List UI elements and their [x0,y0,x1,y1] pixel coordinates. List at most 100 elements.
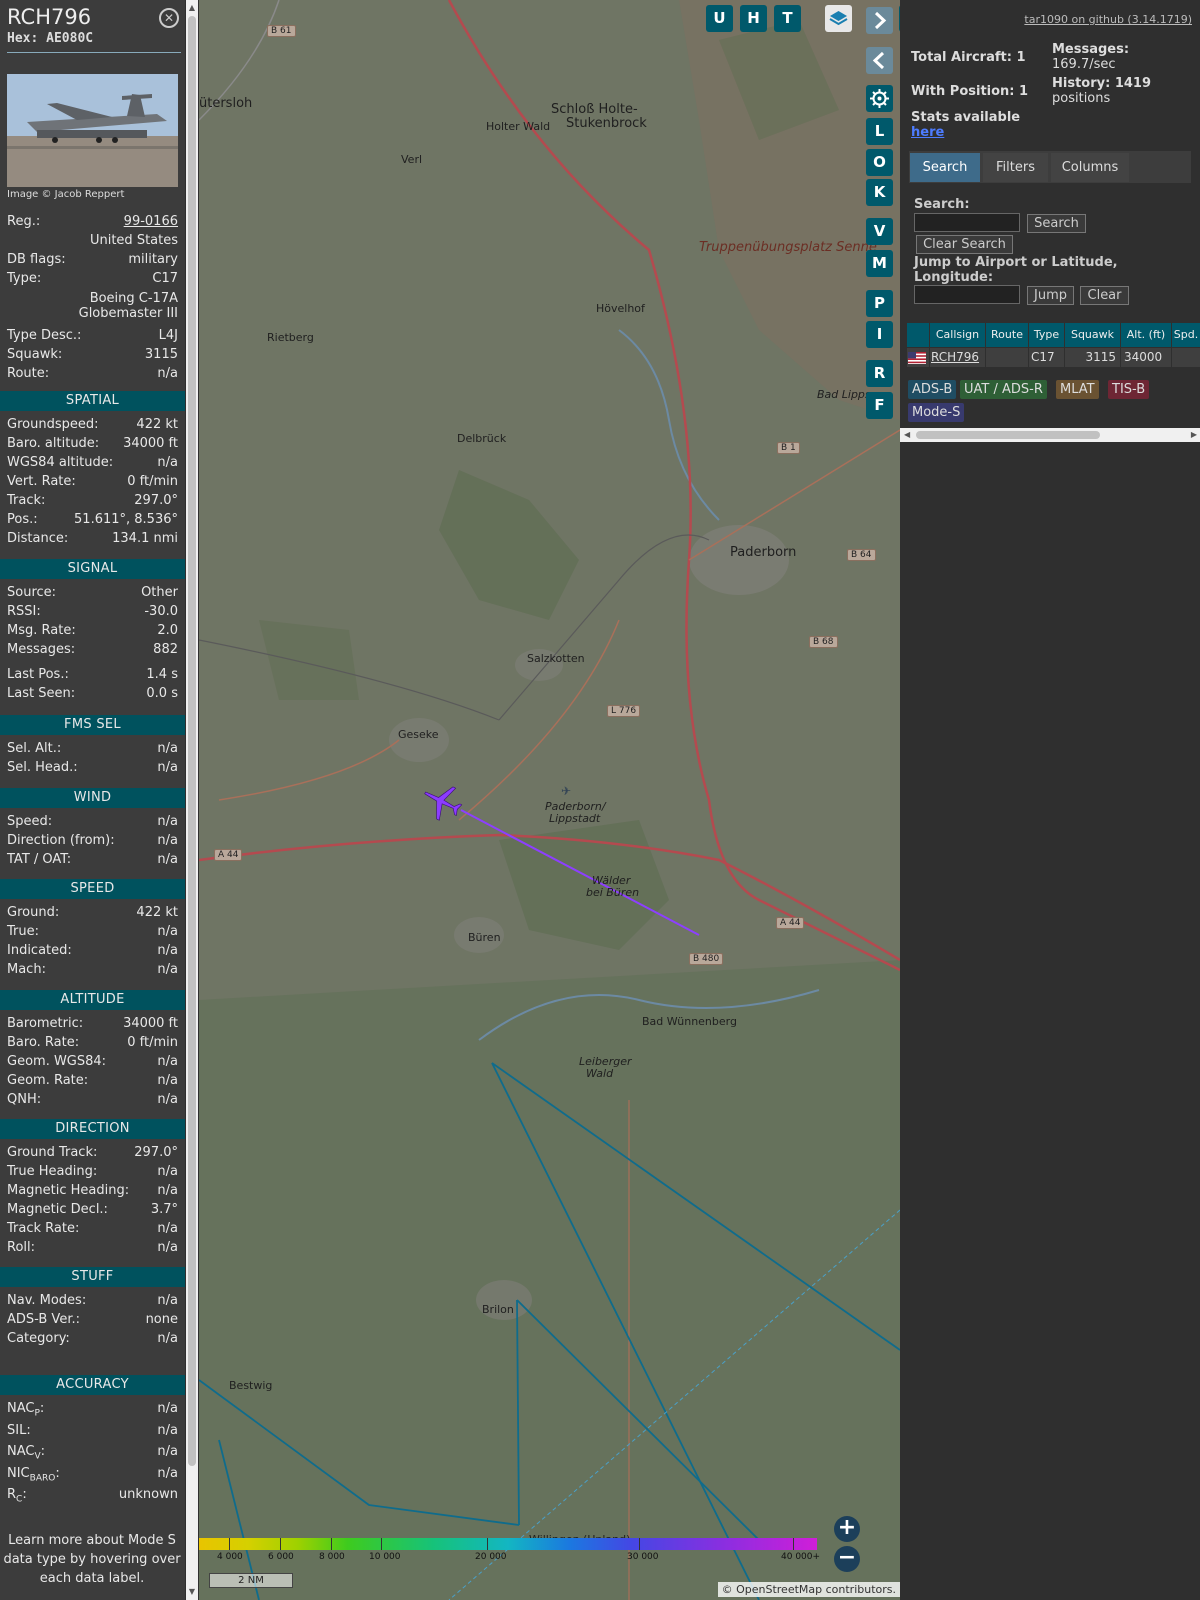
source-badge[interactable]: MLAT [1056,380,1099,399]
column-altitude[interactable]: Alt. (ft) [1121,323,1171,347]
info-key: QNH: [7,1092,42,1107]
info-key: Last Pos.: [7,667,69,682]
toolbar-button-t[interactable]: T [774,5,801,32]
map-place-label: ütersloh [199,96,253,111]
tab-columns[interactable]: Columns [1051,153,1129,182]
info-key: SIL: [7,1422,31,1438]
altitude-color-bar [199,1538,817,1550]
info-key: NAC [7,1401,35,1416]
info-row: Distance: 134.1 nmi [7,531,178,550]
chevron-right-icon[interactable] [866,7,893,34]
map-place-label: Bad Wünnenberg [642,1015,737,1028]
column-callsign[interactable]: Callsign [930,323,985,347]
map-button-r[interactable]: R [866,360,893,387]
close-icon[interactable]: ✕ [159,8,179,28]
layers-icon[interactable] [825,5,852,32]
source-badge[interactable]: Mode-S [908,403,965,422]
info-row: NICBARO: n/a [7,1466,178,1485]
info-key: Squawk: [7,347,63,362]
map-place-label: Geseke [398,728,439,741]
legend-tick-mark [381,1538,382,1550]
info-key: Ground Track: [7,1145,98,1160]
search-button[interactable]: Search [1027,214,1086,233]
legend-tick-mark [793,1538,794,1550]
map-button-p[interactable]: P [866,290,893,317]
zoom-in-button[interactable]: + [834,1516,860,1542]
source-badge[interactable]: TIS-B [1108,380,1150,399]
info-value: 2.0 [157,623,178,638]
github-link[interactable]: tar1090 on github (3.14.1719) [1024,13,1192,26]
aircraft-marker-icon[interactable] [421,780,465,824]
info-key: TAT / OAT: [7,852,72,867]
table-hscrollbar[interactable]: ◀ ▶ [900,428,1200,442]
info-row-dbflags: DB flags: military [7,252,178,271]
map-button-l[interactable]: L [866,118,893,145]
scroll-right-icon[interactable]: ▶ [1191,428,1197,442]
info-value: 3.7° [150,1202,178,1217]
info-value: n/a [157,1444,178,1459]
source-badge[interactable]: UAT / ADS-R [960,380,1047,399]
row-callsign-link[interactable]: RCH796 [930,348,985,367]
info-row: RSSI: -30.0 [7,604,178,623]
info-key: Mach: [7,962,46,977]
road-shield: B 64 [847,549,876,561]
column-route[interactable]: Route [986,323,1028,347]
jump-input[interactable] [914,285,1020,304]
info-value: n/a [157,455,178,470]
info-value: n/a [157,741,178,756]
search-input[interactable] [914,213,1020,232]
row-route [986,348,1028,367]
map-button-f[interactable]: F [866,392,893,419]
info-value: n/a [157,1422,178,1438]
tab-search[interactable]: Search [910,153,980,182]
scrollbar-thumb[interactable] [188,16,196,1466]
tab-filters[interactable]: Filters [983,153,1048,182]
info-panel-scrollbar[interactable]: ▲ ▼ [186,0,198,1600]
chevron-left-icon[interactable] [866,47,893,74]
svg-text:✈: ✈ [561,784,571,798]
info-row: Speed: n/a [7,814,178,833]
map-view[interactable]: ✈ ütersloh Schloß Holte- Stukenbrock Holter… [199,0,900,1600]
map-place-label: Bestwig [229,1379,273,1392]
map-place-label: Paderborn [730,545,797,560]
column-speed[interactable]: Spd. [1172,323,1200,347]
gear-icon[interactable] [866,85,893,112]
info-value: 1.4 s [146,667,178,682]
scroll-up-icon[interactable]: ▲ [186,2,198,14]
road-shield: B 61 [267,25,296,37]
map-button-k[interactable]: K [866,179,893,206]
jump-button[interactable]: Jump [1027,286,1074,305]
learn-more-text: Learn more about Mode S data type by hov… [3,1533,181,1586]
info-key: Track Rate: [7,1221,80,1236]
scale-line: 2 NM [209,1573,293,1588]
info-key: Category: [7,1331,70,1346]
info-value: n/a [157,1221,178,1236]
column-flag[interactable] [907,323,929,347]
map-attribution[interactable]: © OpenStreetMap contributors. [717,1582,900,1597]
info-value: n/a [157,1092,178,1107]
toolbar-button-u[interactable]: U [706,5,733,32]
zoom-out-button[interactable]: − [834,1546,860,1572]
map-place-label: Delbrück [457,432,507,445]
scroll-down-icon[interactable]: ▼ [186,1586,198,1598]
scroll-left-icon[interactable]: ◀ [904,428,910,442]
clear-button[interactable]: Clear [1080,286,1129,305]
info-row-route: Route: n/a [7,366,178,385]
road-shield: A 44 [214,849,243,861]
source-badge[interactable]: ADS-B [908,380,957,399]
map-button-i[interactable]: I [866,321,893,348]
row-squawk: 3115 [1065,348,1120,367]
map-button-o[interactable]: O [866,149,893,176]
legend-tick-label: 4 000 [217,1552,243,1562]
column-type[interactable]: Type [1029,323,1064,347]
registration-link[interactable]: 99-0166 [124,214,178,229]
map-button-v[interactable]: V [866,218,893,245]
toolbar-button-h[interactable]: H [740,5,767,32]
info-row: Barometric: 34000 ft [7,1016,178,1035]
column-squawk[interactable]: Squawk [1065,323,1120,347]
aircraft-photo[interactable] [7,74,178,187]
map-button-m[interactable]: M [866,250,893,277]
hscroll-thumb[interactable] [916,431,1100,439]
clear-search-button[interactable]: Clear Search [916,235,1013,254]
stats-link[interactable]: here [911,125,944,140]
